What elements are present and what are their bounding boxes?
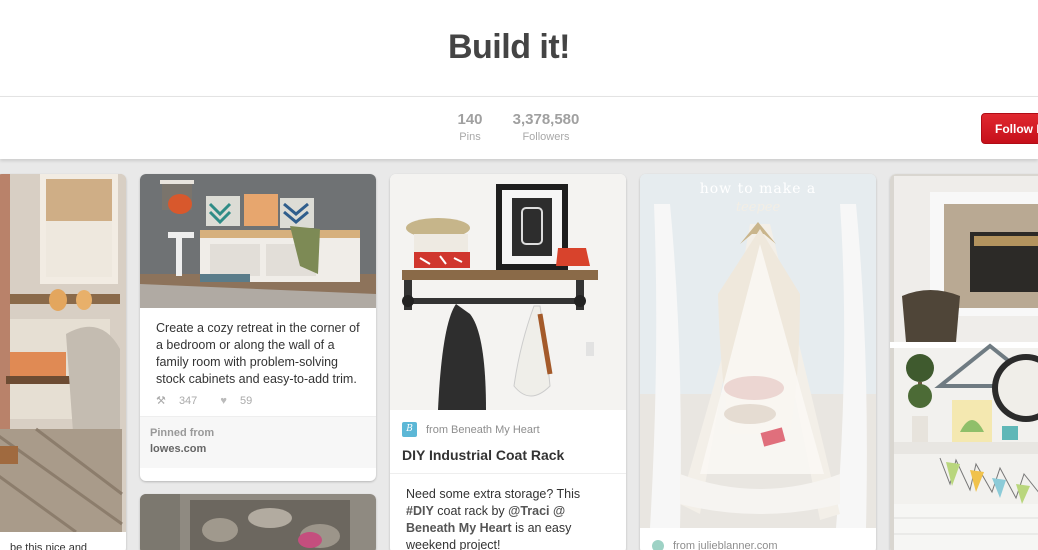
mention-link-name[interactable]: Beneath My Heart bbox=[406, 521, 512, 535]
followers-label: Followers bbox=[522, 131, 570, 143]
stone-fireplace-photo bbox=[140, 494, 376, 550]
pin-stone-fireplace[interactable] bbox=[140, 494, 376, 550]
pin-image[interactable] bbox=[390, 174, 626, 410]
mention-link[interactable]: @Traci @ bbox=[508, 504, 565, 518]
pin-cozy-retreat[interactable]: Create a cozy retreat in the corner of a… bbox=[140, 174, 376, 481]
coat-rack-photo bbox=[390, 174, 626, 410]
board-header: Build it! bbox=[0, 0, 1038, 96]
pin-dining-room[interactable]: be this nice and bbox=[0, 174, 126, 550]
pin-description: Create a cozy retreat in the corner of a… bbox=[156, 321, 360, 386]
board-title: Build it! bbox=[447, 28, 571, 66]
pin-title[interactable]: DIY Industrial Coat Rack bbox=[390, 437, 626, 474]
hashtag-link[interactable]: #DIY bbox=[406, 504, 434, 518]
board-stats-bar: 140 Pins 3,378,580 Followers Follow B bbox=[0, 96, 1038, 159]
fireplace-mantel-photo bbox=[890, 174, 1038, 550]
repin-icon: ⚒ bbox=[156, 395, 166, 407]
pins-count: 140 bbox=[457, 111, 483, 128]
pinned-from[interactable]: Pinned from lowes.com bbox=[140, 416, 376, 468]
overlay-caption: how to make a bbox=[700, 181, 817, 197]
pin-image[interactable] bbox=[140, 174, 376, 308]
bench-nook-photo bbox=[140, 174, 376, 308]
pin-teepee[interactable]: how to make a teepee from julieblanner.c… bbox=[640, 174, 876, 550]
like-count: ♥ 59 bbox=[220, 395, 253, 407]
pin-description: Need some extra storage? This #DIY coat … bbox=[406, 487, 581, 550]
follow-board-button[interactable]: Follow B bbox=[981, 113, 1038, 144]
pin-source-text: from Beneath My Heart bbox=[426, 423, 540, 436]
dining-room-photo bbox=[0, 174, 126, 532]
pins-count-stat[interactable]: 140 Pins bbox=[452, 111, 488, 143]
overlay-script-caption: teepee bbox=[736, 200, 781, 215]
heart-icon: ♥ bbox=[220, 395, 227, 407]
pin-fireplace-mantel[interactable] bbox=[890, 174, 1038, 550]
followers-count-stat[interactable]: 3,378,580 Followers bbox=[506, 111, 586, 143]
pin-image[interactable] bbox=[0, 174, 126, 532]
pins-label: Pins bbox=[459, 131, 481, 143]
pin-coat-rack[interactable]: B from Beneath My Heart DIY Industrial C… bbox=[390, 174, 626, 550]
pinned-from-site[interactable]: lowes.com bbox=[150, 443, 366, 455]
pin-description: be this nice and bbox=[10, 542, 88, 550]
followers-count: 3,378,580 bbox=[512, 111, 580, 128]
pin-source[interactable]: B from Beneath My Heart bbox=[390, 410, 626, 437]
pin-image[interactable]: how to make a teepee bbox=[640, 174, 876, 528]
repin-count: ⚒ 347 bbox=[156, 395, 198, 407]
pin-source-text: from julieblanner.com bbox=[673, 540, 778, 550]
pin-source[interactable]: from julieblanner.com bbox=[640, 528, 876, 550]
source-logo-icon bbox=[652, 540, 664, 550]
teepee-photo: how to make a teepee bbox=[640, 174, 876, 528]
pin-social-counts: ⚒ 347 ♥ 59 bbox=[140, 388, 376, 407]
source-logo-icon: B bbox=[402, 422, 417, 437]
pinned-from-label: Pinned from bbox=[150, 427, 215, 439]
